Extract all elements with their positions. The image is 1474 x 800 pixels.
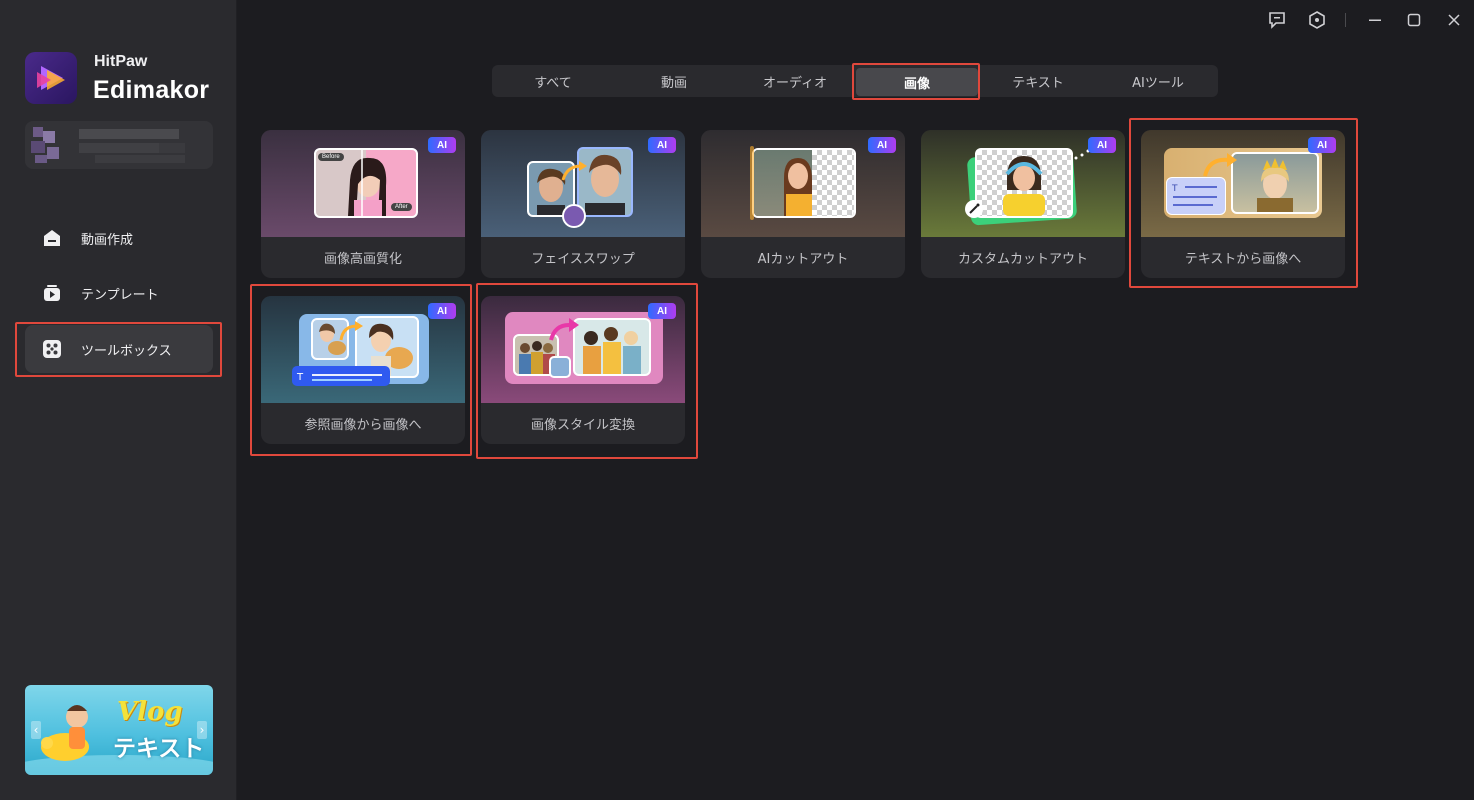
brand-top: HitPaw [94, 53, 148, 70]
tool-card-face-swap[interactable]: AI フェイススワップ [481, 130, 685, 278]
brand-main: Edimakor [93, 76, 210, 104]
ai-badge: AI [868, 137, 896, 153]
sidebar-item-toolbox[interactable]: ツールボックス [25, 325, 213, 373]
tool-card-style-transfer[interactable]: AI 画像スタイル変換 [481, 296, 685, 444]
banner-subtitle: テキスト [113, 736, 205, 762]
card-thumbnail: AI [701, 130, 905, 237]
avatar-pixel [31, 141, 45, 153]
face-avatar [562, 204, 586, 228]
card-thumbnail: AI [481, 130, 685, 237]
card-thumbnail: AI [481, 296, 685, 403]
style-arrow-icon [549, 318, 579, 341]
tab-image[interactable]: 画像 [856, 68, 978, 96]
style-result-image [573, 318, 651, 376]
sidebar-item-create-video[interactable]: 動画作成 [25, 214, 213, 262]
account-email-blur [95, 155, 185, 163]
account-email-blur [159, 143, 185, 153]
avatar [33, 127, 43, 137]
card-title: 画像スタイル変換 [530, 418, 635, 433]
card-thumbnail: Before After AI [261, 130, 465, 237]
tab-audio[interactable]: オーディオ [734, 65, 856, 97]
template-icon [41, 282, 63, 304]
tool-card-text-to-image[interactable]: T AI テキストから画像へ [1141, 130, 1345, 278]
card-title: 参照画像から画像へ [304, 418, 422, 433]
t2i-text-card: T [1166, 177, 1226, 215]
sidebar: HitPaw Edimakor 動画作成 テンプレート ツールボックス ‹ › … [0, 0, 237, 800]
ai-badge: AI [428, 303, 456, 319]
ai-badge: AI [648, 303, 676, 319]
card-title: フェイススワップ [531, 252, 635, 267]
settings-icon[interactable] [1306, 9, 1328, 31]
sidebar-item-template[interactable]: テンプレート [25, 269, 213, 317]
custom-cutout-image [975, 148, 1073, 218]
banner-prev-icon[interactable]: ‹ [31, 721, 41, 739]
tab-video[interactable]: 動画 [614, 65, 734, 97]
ai-badge: AI [1308, 137, 1336, 153]
ref-arrow-icon [339, 321, 363, 341]
ref-prompt-bar: T [292, 366, 390, 386]
avatar-pixel [47, 147, 59, 159]
avatar-pixel [35, 155, 47, 163]
tool-card-reference-to-image[interactable]: T AI 参照画像から画像へ [261, 296, 465, 444]
t2i-arrow-icon [1203, 153, 1237, 177]
ai-badge: AI [648, 137, 676, 153]
t2i-generated-image [1231, 152, 1319, 214]
card-thumbnail: AI [921, 130, 1125, 237]
toolbox-icon [41, 338, 63, 360]
swap-arrow-icon [561, 161, 587, 181]
svg-text:T: T [296, 372, 304, 383]
card-thumbnail: T AI [261, 296, 465, 403]
account-email-blur [79, 143, 159, 153]
card-title: AIカットアウト [757, 252, 849, 267]
cutout-preview-image [752, 148, 856, 218]
home-icon [41, 227, 63, 249]
feedback-icon[interactable] [1266, 9, 1288, 31]
banner-title: Vlog [117, 697, 183, 727]
tab-ai-tools[interactable]: AIツール [1098, 65, 1218, 97]
sidebar-item-label: 動画作成 [81, 232, 134, 248]
ai-badge: AI [1088, 137, 1116, 153]
cutout-accent [750, 146, 754, 220]
ai-badge: AI [428, 137, 456, 153]
sidebar-item-label: ツールボックス [81, 343, 172, 359]
edimakor-logo [25, 52, 77, 104]
promo-banner[interactable]: ‹ › Vlog テキスト [25, 685, 213, 775]
tab-text[interactable]: テキスト [978, 65, 1098, 97]
sidebar-item-label: テンプレート [81, 287, 159, 303]
svg-text:T: T [1171, 184, 1178, 194]
account-name-blur [79, 129, 179, 139]
before-tag: Before [318, 153, 344, 161]
close-icon[interactable] [1443, 9, 1465, 31]
after-tag: After [391, 203, 412, 211]
card-title: テキストから画像へ [1184, 252, 1302, 267]
tool-card-custom-cutout[interactable]: AI カスタムカットアウト [921, 130, 1125, 278]
maximize-icon[interactable] [1403, 9, 1425, 31]
card-thumbnail: T AI [1141, 130, 1345, 237]
window-separator [1345, 13, 1346, 27]
account-card[interactable] [25, 121, 213, 169]
tool-card-ai-cutout[interactable]: AI AIカットアウト [701, 130, 905, 278]
style-thumb [549, 356, 571, 378]
card-title: カスタムカットアウト [957, 252, 1088, 267]
minimize-icon[interactable] [1364, 9, 1386, 31]
category-tabs: すべて 動画 オーディオ 画像 テキスト AIツール [492, 65, 1218, 97]
card-title: 画像高画質化 [323, 252, 402, 267]
tab-all[interactable]: すべて [492, 65, 614, 97]
magic-wand-icon [965, 200, 983, 218]
tool-card-image-enhance[interactable]: Before After AI 画像高画質化 [261, 130, 465, 278]
